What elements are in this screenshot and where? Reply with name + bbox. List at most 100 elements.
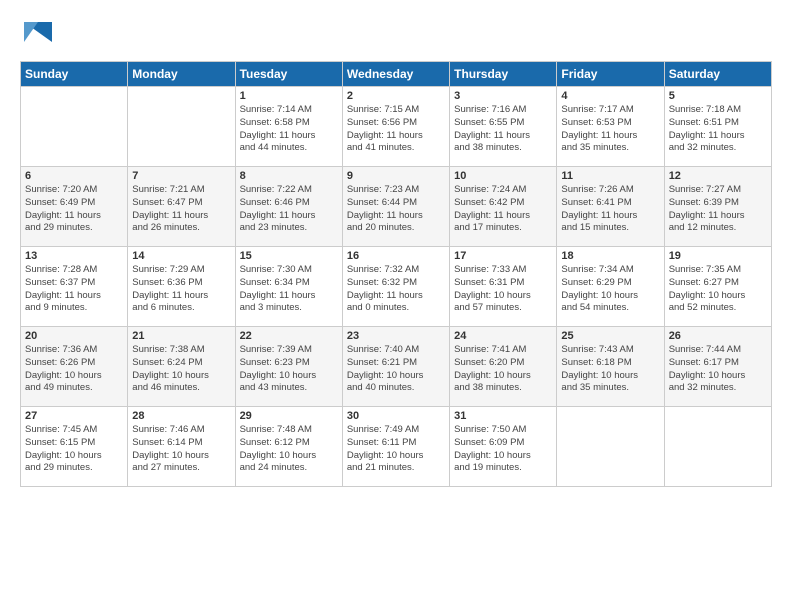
calendar-table: Sunday Monday Tuesday Wednesday Thursday… (20, 61, 772, 487)
day-content: Sunrise: 7:34 AMSunset: 6:29 PMDaylight:… (561, 264, 659, 315)
table-row: 18 Sunrise: 7:34 AMSunset: 6:29 PMDayligh… (557, 247, 664, 327)
logo (20, 18, 52, 51)
day-number: 14 (132, 250, 230, 262)
col-saturday: Saturday (664, 62, 771, 87)
day-content: Sunrise: 7:21 AMSunset: 6:47 PMDaylight:… (132, 184, 230, 235)
col-thursday: Thursday (450, 62, 557, 87)
table-row: 26 Sunrise: 7:44 AMSunset: 6:17 PMDayligh… (664, 327, 771, 407)
day-number: 6 (25, 170, 123, 182)
table-row: 14 Sunrise: 7:29 AMSunset: 6:36 PMDayligh… (128, 247, 235, 327)
day-number: 30 (347, 410, 445, 422)
day-number: 10 (454, 170, 552, 182)
day-number: 15 (240, 250, 338, 262)
table-row: 3 Sunrise: 7:16 AMSunset: 6:55 PMDaylight… (450, 87, 557, 167)
day-content: Sunrise: 7:22 AMSunset: 6:46 PMDaylight:… (240, 184, 338, 235)
table-row: 15Sunrise: 7:30 AMSunset: 6:34 PMDayligh… (235, 247, 342, 327)
day-content: Sunrise: 7:50 AMSunset: 6:09 PMDaylight:… (454, 424, 552, 475)
day-content: Sunrise: 7:35 AMSunset: 6:27 PMDaylight:… (669, 264, 767, 315)
table-row: 13Sunrise: 7:28 AMSunset: 6:37 PMDayligh… (21, 247, 128, 327)
table-row: 21Sunrise: 7:38 AMSunset: 6:24 PMDayligh… (128, 327, 235, 407)
table-row (21, 87, 128, 167)
table-row: 19 Sunrise: 7:35 AMSunset: 6:27 PMDayligh… (664, 247, 771, 327)
day-number: 29 (240, 410, 338, 422)
day-content: Sunrise: 7:40 AMSunset: 6:21 PMDaylight:… (347, 344, 445, 395)
col-sunday: Sunday (21, 62, 128, 87)
day-content: Sunrise: 7:46 AMSunset: 6:14 PMDaylight:… (132, 424, 230, 475)
calendar-row: 20Sunrise: 7:36 AMSunset: 6:26 PMDayligh… (21, 327, 772, 407)
table-row: 23Sunrise: 7:40 AMSunset: 6:21 PMDayligh… (342, 327, 449, 407)
day-content: Sunrise: 7:48 AMSunset: 6:12 PMDaylight:… (240, 424, 338, 475)
table-row: 9 Sunrise: 7:23 AMSunset: 6:44 PMDaylight… (342, 167, 449, 247)
calendar-row: 6 Sunrise: 7:20 AMSunset: 6:49 PMDaylight… (21, 167, 772, 247)
table-row: 28 Sunrise: 7:46 AMSunset: 6:14 PMDayligh… (128, 407, 235, 487)
table-row: 30 Sunrise: 7:49 AMSunset: 6:11 PMDayligh… (342, 407, 449, 487)
day-number: 27 (25, 410, 123, 422)
day-number: 16 (347, 250, 445, 262)
day-number: 11 (561, 170, 659, 182)
day-content: Sunrise: 7:16 AMSunset: 6:55 PMDaylight:… (454, 104, 552, 155)
day-content: Sunrise: 7:27 AMSunset: 6:39 PMDaylight:… (669, 184, 767, 235)
calendar-header: Sunday Monday Tuesday Wednesday Thursday… (21, 62, 772, 87)
day-content: Sunrise: 7:39 AMSunset: 6:23 PMDaylight:… (240, 344, 338, 395)
day-number: 17 (454, 250, 552, 262)
day-content: Sunrise: 7:43 AMSunset: 6:18 PMDaylight:… (561, 344, 659, 395)
table-row: 16 Sunrise: 7:32 AMSunset: 6:32 PMDayligh… (342, 247, 449, 327)
calendar-page: Sunday Monday Tuesday Wednesday Thursday… (0, 0, 792, 497)
day-number: 21 (132, 330, 230, 342)
day-content: Sunrise: 7:28 AMSunset: 6:37 PMDaylight:… (25, 264, 123, 315)
table-row: 2Sunrise: 7:15 AMSunset: 6:56 PMDaylight… (342, 87, 449, 167)
table-row (557, 407, 664, 487)
table-row: 6 Sunrise: 7:20 AMSunset: 6:49 PMDaylight… (21, 167, 128, 247)
table-row (128, 87, 235, 167)
day-number: 25 (561, 330, 659, 342)
table-row: 12 Sunrise: 7:27 AMSunset: 6:39 PMDayligh… (664, 167, 771, 247)
day-number: 28 (132, 410, 230, 422)
calendar-row: 13Sunrise: 7:28 AMSunset: 6:37 PMDayligh… (21, 247, 772, 327)
table-row (664, 407, 771, 487)
table-row: 11 Sunrise: 7:26 AMSunset: 6:41 PMDayligh… (557, 167, 664, 247)
day-content: Sunrise: 7:45 AMSunset: 6:15 PMDaylight:… (25, 424, 123, 475)
col-wednesday: Wednesday (342, 62, 449, 87)
day-number: 2 (347, 90, 445, 102)
day-number: 12 (669, 170, 767, 182)
table-row: 10 Sunrise: 7:24 AMSunset: 6:42 PMDayligh… (450, 167, 557, 247)
day-number: 26 (669, 330, 767, 342)
table-row: 1 Sunrise: 7:14 AMSunset: 6:58 PMDaylight… (235, 87, 342, 167)
logo-flag-icon (24, 18, 52, 46)
day-content: Sunrise: 7:14 AMSunset: 6:58 PMDaylight:… (240, 104, 338, 155)
day-number: 9 (347, 170, 445, 182)
day-number: 4 (561, 90, 659, 102)
day-number: 8 (240, 170, 338, 182)
table-row: 5 Sunrise: 7:18 AMSunset: 6:51 PMDaylight… (664, 87, 771, 167)
day-content: Sunrise: 7:24 AMSunset: 6:42 PMDaylight:… (454, 184, 552, 235)
table-row: 22 Sunrise: 7:39 AMSunset: 6:23 PMDayligh… (235, 327, 342, 407)
col-friday: Friday (557, 62, 664, 87)
day-number: 5 (669, 90, 767, 102)
table-row: 25 Sunrise: 7:43 AMSunset: 6:18 PMDayligh… (557, 327, 664, 407)
table-row: 24Sunrise: 7:41 AMSunset: 6:20 PMDayligh… (450, 327, 557, 407)
col-monday: Monday (128, 62, 235, 87)
day-content: Sunrise: 7:23 AMSunset: 6:44 PMDaylight:… (347, 184, 445, 235)
table-row: 17 Sunrise: 7:33 AMSunset: 6:31 PMDayligh… (450, 247, 557, 327)
day-number: 1 (240, 90, 338, 102)
calendar-body: 1 Sunrise: 7:14 AMSunset: 6:58 PMDaylight… (21, 87, 772, 487)
day-content: Sunrise: 7:29 AMSunset: 6:36 PMDaylight:… (132, 264, 230, 315)
day-content: Sunrise: 7:33 AMSunset: 6:31 PMDaylight:… (454, 264, 552, 315)
day-content: Sunrise: 7:36 AMSunset: 6:26 PMDaylight:… (25, 344, 123, 395)
table-row: 8 Sunrise: 7:22 AMSunset: 6:46 PMDaylight… (235, 167, 342, 247)
table-row: 29 Sunrise: 7:48 AMSunset: 6:12 PMDayligh… (235, 407, 342, 487)
day-content: Sunrise: 7:49 AMSunset: 6:11 PMDaylight:… (347, 424, 445, 475)
day-number: 18 (561, 250, 659, 262)
day-content: Sunrise: 7:32 AMSunset: 6:32 PMDaylight:… (347, 264, 445, 315)
day-content: Sunrise: 7:26 AMSunset: 6:41 PMDaylight:… (561, 184, 659, 235)
day-number: 31 (454, 410, 552, 422)
day-number: 3 (454, 90, 552, 102)
header (20, 18, 772, 51)
day-content: Sunrise: 7:44 AMSunset: 6:17 PMDaylight:… (669, 344, 767, 395)
day-content: Sunrise: 7:18 AMSunset: 6:51 PMDaylight:… (669, 104, 767, 155)
day-content: Sunrise: 7:41 AMSunset: 6:20 PMDaylight:… (454, 344, 552, 395)
day-content: Sunrise: 7:20 AMSunset: 6:49 PMDaylight:… (25, 184, 123, 235)
day-number: 22 (240, 330, 338, 342)
header-row: Sunday Monday Tuesday Wednesday Thursday… (21, 62, 772, 87)
day-number: 19 (669, 250, 767, 262)
